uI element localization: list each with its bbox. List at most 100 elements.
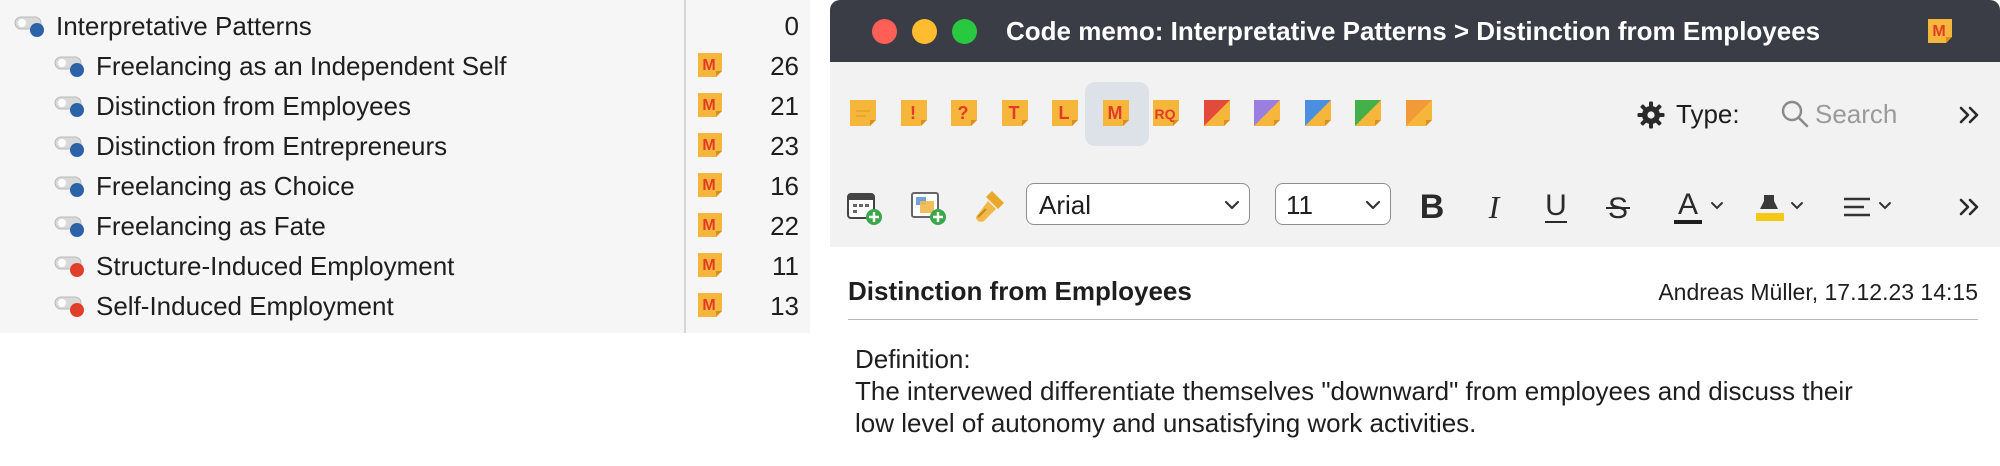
svg-text:A: A xyxy=(1678,188,1698,221)
code-label: Distinction from Entrepreneurs xyxy=(96,131,448,161)
highlight-icon[interactable] xyxy=(1752,187,1810,227)
svg-text:?: ? xyxy=(958,103,969,123)
memo-type-orange-button[interactable] xyxy=(1388,82,1452,146)
type-label: Type: xyxy=(1676,99,1740,129)
window-title: Code memo: Interpretative Patterns > Dis… xyxy=(1006,16,1821,46)
code-label: Interpretative Patterns xyxy=(56,11,312,41)
svg-text:M: M xyxy=(702,217,715,234)
svg-text:L: L xyxy=(1059,103,1070,123)
code-label: Freelancing as Fate xyxy=(96,211,326,241)
svg-text:M: M xyxy=(702,177,715,194)
svg-text:M: M xyxy=(702,137,715,154)
memo-type-icon: ! xyxy=(900,100,927,126)
code-tree-item[interactable]: Distinction from Entrepreneurs M 23 xyxy=(0,125,810,165)
svg-text:!: ! xyxy=(910,103,916,123)
underline-icon[interactable]: U xyxy=(1536,187,1576,227)
toolbar-overflow-icon[interactable] xyxy=(1955,100,1985,130)
code-tree-item[interactable]: Freelancing as Fate M 22 xyxy=(0,205,810,245)
font-size-select[interactable]: 11 xyxy=(1275,183,1391,225)
window-close-button[interactable] xyxy=(872,19,897,44)
memo-header: Distinction from Employees Andreas Mülle… xyxy=(848,270,1978,320)
format-painter-icon[interactable] xyxy=(970,187,1010,227)
coded-segment-count: 16 xyxy=(770,171,799,201)
memo-text-line: The intervewed differentiate themselves … xyxy=(855,376,1853,406)
memo-type-icon xyxy=(1355,100,1381,126)
memo-author-date: Andreas Müller, 17.12.23 14:15 xyxy=(1658,279,1978,305)
memo-type-icon xyxy=(1304,100,1331,126)
memo-type-icon: T xyxy=(1001,100,1028,126)
code-label: Freelancing as Choice xyxy=(96,171,355,201)
svg-text:I: I xyxy=(1488,189,1501,225)
coded-segment-count: 11 xyxy=(772,251,799,281)
code-tree-item[interactable]: Structure-Induced Employment M 11 xyxy=(0,245,810,285)
code-icon xyxy=(54,296,84,317)
svg-text:M: M xyxy=(702,97,715,114)
svg-text:M: M xyxy=(702,257,715,274)
code-tree-item[interactable]: Self-Induced Employment M 13 xyxy=(0,285,810,325)
code-tree-item[interactable]: Freelancing as Choice M 16 xyxy=(0,165,810,205)
coded-segment-count: 13 xyxy=(770,291,799,321)
font-family-value: Arial xyxy=(1039,190,1092,220)
insert-image-icon[interactable] xyxy=(908,187,948,227)
italic-icon[interactable]: I xyxy=(1474,187,1514,227)
code-system-panel: Interpretative Patterns 0 Freelancing as a… xyxy=(0,0,810,333)
code-memo-window: Code memo: Interpretative Patterns > Dis… xyxy=(830,0,2000,466)
coded-segment-count: 23 xyxy=(770,131,799,161)
font-size-value: 11 xyxy=(1286,190,1313,220)
window-minimize-button[interactable] xyxy=(912,19,937,44)
code-tree-root[interactable]: Interpretative Patterns 0 xyxy=(0,5,810,45)
chevron-down-icon xyxy=(1224,200,1240,210)
memo-type-icon xyxy=(1254,100,1280,126)
code-icon xyxy=(54,256,84,277)
bold-icon[interactable]: B xyxy=(1412,187,1452,227)
window-maximize-button[interactable] xyxy=(952,19,977,44)
memo-type-icon: ? xyxy=(951,100,977,126)
code-icon xyxy=(14,16,44,37)
align-icon[interactable] xyxy=(1840,187,1898,227)
code-label: Freelancing as an Independent Self xyxy=(96,51,507,81)
font-family-select[interactable]: Arial xyxy=(1026,183,1250,225)
window-title-bar[interactable]: Code memo: Interpretative Patterns > Dis… xyxy=(830,0,2000,62)
code-icon xyxy=(54,96,84,117)
memo-type-icon: M xyxy=(1102,100,1129,126)
svg-text:M: M xyxy=(702,57,715,74)
svg-text:RQ: RQ xyxy=(1155,106,1176,122)
chevron-down-icon xyxy=(1365,200,1381,210)
code-tree-item[interactable]: Freelancing as an Independent Self M 26 xyxy=(0,45,810,85)
svg-text:B: B xyxy=(1420,188,1445,226)
svg-text:U: U xyxy=(1545,189,1567,222)
search-input[interactable] xyxy=(1815,96,1955,132)
code-icon xyxy=(54,216,84,237)
memo-type-icon xyxy=(850,100,876,126)
format-overflow-icon[interactable] xyxy=(1955,192,1985,222)
memo-type-icon xyxy=(1203,100,1230,126)
memo-text-line: Definition: xyxy=(855,344,971,374)
coded-segment-count: 26 xyxy=(770,51,799,81)
memo-toolbar: !? T L M RQ Type: Search Arial 11 B I U … xyxy=(830,62,2000,247)
memo-text-line: low level of autonomy and unsatisfying w… xyxy=(855,408,1477,438)
text-color-icon[interactable]: A xyxy=(1672,187,1730,227)
code-label: Structure-Induced Employment xyxy=(96,251,455,281)
insert-date-icon[interactable] xyxy=(844,187,884,227)
coded-segment-count: 0 xyxy=(784,11,799,41)
memo-title[interactable]: Distinction from Employees xyxy=(848,276,1192,306)
search-icon xyxy=(1781,100,1809,128)
coded-segment-count: 21 xyxy=(770,91,799,121)
code-tree-item[interactable]: Distinction from Employees M 21 xyxy=(0,85,810,125)
memo-m-icon: M xyxy=(1928,19,1952,43)
svg-text:M: M xyxy=(1932,23,1945,40)
svg-text:M: M xyxy=(702,297,715,314)
code-icon xyxy=(54,136,84,157)
coded-segment-count: 22 xyxy=(770,211,799,241)
app-root: Interpretative Patterns 0 Freelancing as a… xyxy=(0,0,2000,466)
memo-text-editor[interactable]: Definition: The intervewed differentiate… xyxy=(855,343,1985,439)
svg-text:M: M xyxy=(1107,103,1122,123)
memo-type-icon xyxy=(1405,100,1432,126)
code-icon xyxy=(54,176,84,197)
code-icon xyxy=(54,56,84,77)
strikethrough-icon[interactable]: S xyxy=(1598,187,1638,227)
svg-text:T: T xyxy=(1008,103,1019,123)
code-label: Self-Induced Employment xyxy=(96,291,394,321)
memo-type-icon: RQ xyxy=(1153,100,1179,126)
gear-icon[interactable] xyxy=(1636,100,1666,130)
